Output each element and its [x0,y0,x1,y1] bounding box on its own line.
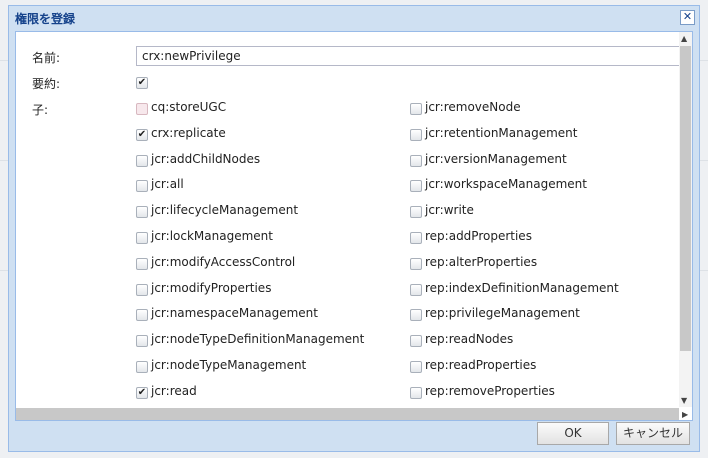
privilege-label: jcr:modifyProperties [151,280,272,295]
privilege-checkbox[interactable] [410,283,422,296]
privilege-label: crx:replicate [151,125,226,140]
privilege-checkbox[interactable] [136,154,148,167]
privilege-label: jcr:nodeTypeDefinitionManagement [151,332,365,347]
privilege-label: cq:storeUGC [151,100,227,114]
privilege-checkbox[interactable] [410,154,422,167]
privilege-label: jcr:nodeTypeManagement [151,358,307,372]
privilege-label: jcr:lifecycleManagement [151,203,299,218]
privilege-checkbox[interactable] [410,386,422,399]
privilege-label: rep:addProperties [425,229,532,243]
cancel-button[interactable]: キャンセル [616,422,690,445]
dialog-body: 名前: crx:newPrivilege 要約: ✔ 子: cq:storeUG… [15,31,693,421]
summary-checkbox[interactable]: ✔ [136,77,148,89]
privilege-checkbox[interactable] [410,232,422,244]
privilege-checkbox[interactable] [410,309,422,322]
privilege-label: jcr:lockManagement [151,229,273,243]
privilege-checkbox[interactable] [410,128,422,141]
privilege-label: jcr:modifyAccessControl [151,254,296,269]
privilege-checkbox[interactable] [136,206,148,219]
privilege-label: rep:readProperties [425,358,537,372]
privilege-label: rep:privilegeManagement [425,306,580,321]
privilege-label: rep:readNodes [425,332,514,347]
privilege-checkbox[interactable] [410,206,422,219]
privilege-label: jcr:all [151,177,184,192]
privilege-checkbox[interactable] [136,180,148,193]
register-privilege-dialog: 権限を登録 ✕ 名前: crx:newPrivilege 要約: ✔ 子: cq… [8,5,700,452]
privilege-checkbox[interactable] [136,361,148,373]
privilege-label: jcr:addChildNodes [151,151,261,166]
privilege-checkbox[interactable]: ✔ [136,386,148,399]
privilege-checkbox[interactable] [136,103,148,115]
privilege-checkbox[interactable] [410,335,422,348]
children-label: 子: [32,103,49,117]
privilege-label: jcr:namespaceManagement [151,306,318,321]
privilege-checkbox[interactable] [410,180,422,193]
name-label: 名前: [32,51,61,65]
privilege-checkbox[interactable] [410,103,422,115]
privilege-label: rep:indexDefinitionManagement [425,280,619,295]
ok-button[interactable]: OK [537,422,609,445]
horizontal-scrollbar[interactable] [16,408,679,420]
privilege-label: jcr:write [425,203,474,218]
privilege-label: rep:removeProperties [425,383,555,398]
dialog-title: 権限を登録 [15,12,76,26]
privilege-label: jcr:workspaceManagement [425,177,587,192]
privilege-checkbox[interactable] [136,257,148,270]
privilege-checkbox[interactable] [410,257,422,270]
privilege-label: jcr:retentionManagement [425,125,578,140]
privilege-checkbox[interactable] [410,361,422,373]
privilege-label: jcr:versionManagement [425,151,567,166]
privilege-checkbox[interactable] [136,232,148,244]
privilege-checkbox[interactable]: ✔ [136,128,148,141]
privilege-checkbox[interactable] [136,283,148,296]
privilege-label: rep:alterProperties [425,254,538,269]
vertical-scrollbar[interactable]: ▲ ▼ [679,32,692,407]
privilege-label: jcr:read [151,383,197,398]
privilege-checkbox[interactable] [136,309,148,322]
close-icon[interactable]: ✕ [680,10,695,25]
summary-label: 要約: [32,77,61,91]
privilege-label: jcr:removeNode [425,100,521,114]
vertical-scroll-thumb[interactable] [680,46,691,351]
privilege-checkbox[interactable] [136,335,148,348]
name-input[interactable]: crx:newPrivilege [136,46,692,66]
